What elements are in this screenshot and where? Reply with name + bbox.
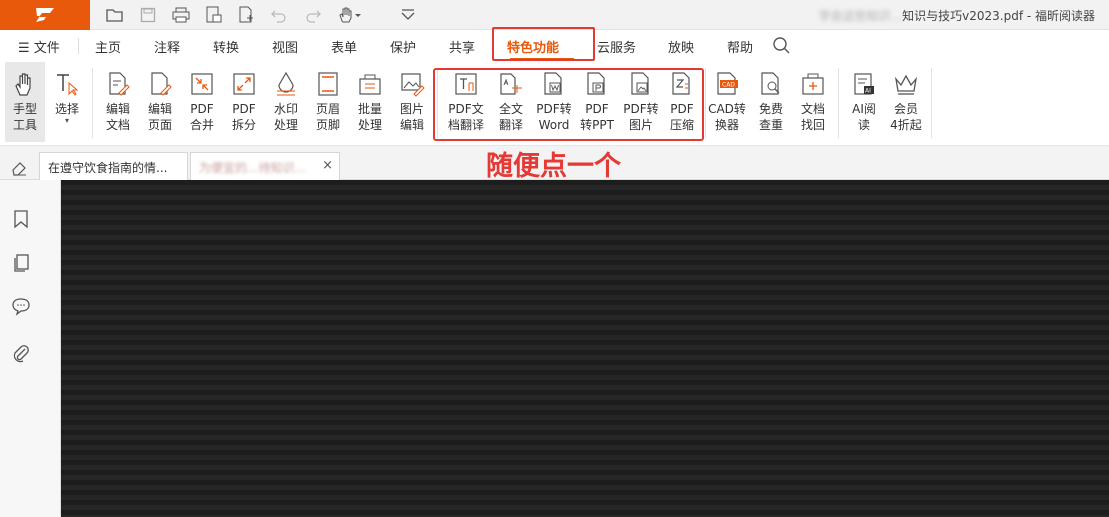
merge-icon — [189, 71, 215, 97]
menu-divider — [78, 38, 79, 54]
tool-plagiarism-check[interactable]: 免费 查重 — [751, 62, 791, 142]
menu-form[interactable]: 表单 — [331, 37, 357, 56]
tool-label: 选择 — [54, 102, 79, 116]
tool-membership[interactable]: 会员 4折起 — [886, 62, 926, 142]
title-bar: 学会这些知识...知识与技巧v2023.pdf - 福昕阅读器 — [0, 0, 1109, 30]
tool-label: 编辑 文档 — [105, 102, 130, 132]
document-title: 学会这些知识...知识与技巧v2023.pdf - 福昕阅读器 — [819, 7, 1095, 24]
edit-page-icon — [147, 71, 173, 97]
hamburger-icon: ☰ — [18, 41, 30, 56]
tool-watermark[interactable]: 水印 处理 — [266, 62, 306, 142]
hand-icon — [12, 71, 38, 97]
menu-cloud[interactable]: 云服务 — [597, 37, 636, 56]
svg-text:CAD: CAD — [722, 82, 735, 89]
edit-doc-icon — [105, 71, 131, 97]
tool-batch[interactable]: 批量 处理 — [350, 62, 390, 142]
tool-pdf-merge[interactable]: PDF 合并 — [182, 62, 222, 142]
batch-icon — [357, 71, 383, 97]
tool-select[interactable]: 选择 ▾ — [47, 62, 87, 142]
watermark-icon — [273, 71, 299, 97]
image-edit-icon — [399, 71, 425, 97]
print-icon[interactable] — [170, 4, 192, 26]
tool-edit-document[interactable]: 编辑 文档 — [98, 62, 138, 142]
menu-convert[interactable]: 转换 — [213, 37, 239, 56]
tool-image-edit[interactable]: 图片 编辑 — [392, 62, 432, 142]
tool-pdf-split[interactable]: PDF 拆分 — [224, 62, 264, 142]
menu-help[interactable]: 帮助 — [727, 37, 753, 56]
special-menu-highlight-box — [492, 27, 595, 61]
comments-icon[interactable] — [10, 295, 32, 317]
tool-label: 水印 处理 — [273, 102, 298, 132]
document-tab-2[interactable]: 为便宜的...待知识... × — [190, 152, 340, 180]
tool-label: 手型 工具 — [12, 102, 37, 132]
eraser-icon[interactable] — [10, 158, 28, 180]
customize-icon[interactable] — [397, 4, 419, 26]
document-title-text: 知识与技巧v2023.pdf - 福昕阅读器 — [902, 9, 1095, 23]
tab-label: 在遵守饮食指南的情... — [48, 161, 168, 175]
conversion-tools-highlight-box — [433, 68, 704, 141]
redo-icon[interactable] — [302, 4, 324, 26]
tool-label: 会员 4折起 — [890, 102, 922, 132]
document-title-blurred: 学会这些知识... — [818, 9, 903, 23]
attachment-icon[interactable] — [10, 342, 32, 364]
search-icon[interactable] — [772, 36, 790, 58]
ai-read-icon: AI — [851, 71, 877, 97]
document-tab-1[interactable]: 在遵守饮食指南的情... — [39, 152, 188, 180]
tool-label: AI阅 读 — [852, 102, 876, 132]
file-menu[interactable]: ☰ 文件 — [18, 37, 60, 56]
app-logo[interactable] — [0, 0, 90, 30]
ribbon-separator — [838, 68, 839, 138]
tool-document-recover[interactable]: 文档 找回 — [793, 62, 833, 142]
select-text-icon — [54, 71, 80, 97]
crown-icon — [893, 71, 919, 97]
tool-label: PDF 合并 — [189, 102, 214, 132]
tool-label: 图片 编辑 — [399, 102, 424, 132]
foxit-logo-icon — [36, 8, 54, 22]
hand-dropdown-icon[interactable] — [337, 4, 363, 26]
tool-label: 批量 处理 — [357, 102, 382, 132]
tool-label: CAD转 换器 — [708, 102, 746, 132]
export-icon[interactable] — [203, 4, 225, 26]
chevron-down-icon: ▾ — [64, 116, 69, 125]
menu-home[interactable]: 主页 — [95, 37, 121, 56]
ribbon-separator — [931, 68, 932, 138]
tool-cad-converter[interactable]: CAD CAD转 换器 — [706, 62, 748, 142]
tool-edit-page[interactable]: 编辑 页面 — [140, 62, 180, 142]
tool-label: 文档 找回 — [800, 102, 825, 132]
split-icon — [231, 71, 257, 97]
menu-comment[interactable]: 注释 — [154, 37, 180, 56]
document-viewer[interactable] — [61, 180, 1109, 517]
menu-share[interactable]: 共享 — [449, 37, 475, 56]
tool-ai-read[interactable]: AI AI阅 读 — [844, 62, 884, 142]
plagiarism-icon — [758, 71, 784, 97]
tab-label: 为便宜的...待知识... — [199, 161, 306, 175]
left-sidebar — [0, 180, 61, 517]
menu-slideshow[interactable]: 放映 — [668, 37, 694, 56]
save-icon[interactable] — [137, 4, 159, 26]
tool-header-footer[interactable]: 页眉 页脚 — [308, 62, 348, 142]
open-icon[interactable] — [104, 4, 126, 26]
svg-text:AI: AI — [865, 88, 871, 95]
bookmark-icon[interactable] — [10, 208, 32, 230]
undo-icon[interactable] — [268, 4, 290, 26]
pages-icon[interactable] — [10, 252, 32, 274]
new-icon[interactable] — [236, 4, 258, 26]
menu-view[interactable]: 视图 — [272, 37, 298, 56]
header-footer-icon — [315, 71, 341, 97]
tool-label: PDF 拆分 — [231, 102, 256, 132]
tool-label: 页眉 页脚 — [315, 102, 340, 132]
annotation-text: 随便点一个 — [486, 151, 621, 182]
cad-icon: CAD — [714, 71, 740, 97]
file-menu-label: 文件 — [33, 41, 60, 56]
tool-label: 编辑 页面 — [147, 102, 172, 132]
recover-icon — [800, 71, 826, 97]
tool-label: 免费 查重 — [758, 102, 783, 132]
menu-protect[interactable]: 保护 — [390, 37, 416, 56]
close-icon[interactable]: × — [322, 158, 333, 173]
tool-hand[interactable]: 手型 工具 — [5, 62, 45, 142]
ribbon-separator — [92, 68, 93, 138]
